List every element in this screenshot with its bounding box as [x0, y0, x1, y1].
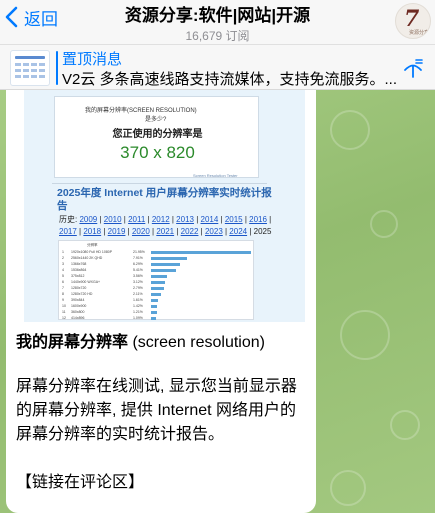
share-bar: [151, 304, 158, 308]
message-body: 屏幕分辨率在线测试, 显示您当前显示器的屏幕分辨率, 提供 Internet 网…: [16, 378, 297, 443]
year-link[interactable]: 2017: [59, 227, 77, 236]
background-doodle: [330, 470, 366, 506]
channel-header: 返回 资源分享:软件|网站|开源 16,679 订阅 7 资源分享: [0, 0, 435, 44]
pinned-message-bar[interactable]: 置顶消息 V2云 多条高速线路支持流媒体，支持免流服务。...: [0, 44, 435, 90]
background-doodle: [340, 310, 390, 360]
history-label: 历史:: [59, 215, 80, 224]
pinned-indicator: [56, 51, 58, 85]
share-bar: [151, 250, 251, 254]
screenshot-heading: 我的屏幕分辨率(SCREEN RESOLUTION): [85, 108, 197, 114]
message-image[interactable]: 我的屏幕分辨率(SCREEN RESOLUTION) 是多少? 您正使用的分辨率…: [24, 90, 305, 322]
year-link[interactable]: 2014: [201, 215, 219, 224]
rank-cell: 12: [62, 316, 66, 320]
avatar-caption: 资源分享: [409, 30, 430, 36]
year-link[interactable]: 2023: [205, 227, 223, 236]
background-doodle: [330, 110, 370, 150]
year-link[interactable]: 2015: [225, 215, 243, 224]
tester-link: Screen Resolution Tester: [193, 173, 238, 178]
message-bubble: 我的屏幕分辨率(SCREEN RESOLUTION) 是多少? 您正使用的分辨率…: [6, 90, 316, 513]
table-header: 分辨率: [59, 242, 255, 248]
channel-title: 资源分享:软件|网站|开源: [124, 6, 311, 25]
pinned-list-icon[interactable]: [402, 57, 424, 79]
year-link[interactable]: 2009: [79, 215, 97, 224]
table-header-cell: 分辨率: [87, 243, 98, 247]
share-bar: [151, 316, 156, 320]
message-note: 【链接在评论区】: [16, 474, 145, 491]
year-link[interactable]: 2011: [128, 215, 145, 224]
share-bar: [151, 274, 168, 278]
resolution-card: 我的屏幕分辨率(SCREEN RESOLUTION) 是多少? 您正使用的分辨率…: [54, 96, 259, 178]
message-title: 我的屏幕分辨率 (screen resolution): [16, 328, 265, 352]
share-bar: [151, 310, 157, 314]
message-title-bold: 我的屏幕分辨率: [16, 334, 129, 351]
back-button[interactable]: 返回: [4, 6, 58, 29]
share-bar: [151, 292, 161, 296]
pinned-title: 置顶消息: [62, 51, 123, 68]
percent-cell: 1.09%: [133, 316, 143, 320]
pinned-text: V2云 多条高速线路支持流媒体，支持免流服务。...: [62, 71, 398, 88]
resolution-table: 分辨率 1 1920x1080 Full HD 1080P 21.95% 2 2560x1…: [58, 240, 254, 320]
channel-avatar[interactable]: 7 资源分享: [395, 3, 431, 39]
background-doodle: [390, 410, 420, 440]
subscriber-count: 16,679 订阅: [185, 29, 250, 43]
report-title: 2025年度 Internet 用户屏幕分辨率实时统计报告: [57, 187, 272, 212]
channel-title-area[interactable]: 资源分享:软件|网站|开源 16,679 订阅: [90, 1, 345, 44]
back-label: 返回: [24, 9, 58, 29]
share-bar: [151, 280, 166, 284]
divider: [52, 183, 267, 184]
share-bar: [151, 286, 164, 290]
screenshot-heading-2: 是多少?: [145, 117, 167, 123]
share-bar: [151, 298, 159, 302]
resolution-value: 370 x 820: [120, 143, 195, 162]
table-row: 12 414x896 1.09%: [59, 315, 255, 321]
chevron-left-icon: [5, 6, 18, 28]
year-link[interactable]: 2018: [83, 227, 101, 236]
share-bar: [151, 256, 188, 260]
year-link[interactable]: 2019: [108, 227, 126, 236]
message-title-rest: (screen resolution): [128, 334, 265, 351]
background-doodle: [370, 210, 398, 238]
year-link[interactable]: 2016: [249, 215, 267, 224]
year-link[interactable]: 2012: [152, 215, 170, 224]
year-link[interactable]: 2013: [176, 215, 194, 224]
year-link[interactable]: 2024: [229, 227, 247, 236]
pinned-thumbnail: [10, 50, 50, 86]
year-link[interactable]: 2022: [181, 227, 199, 236]
share-bar: [151, 262, 180, 266]
year-link[interactable]: 2010: [104, 215, 122, 224]
resolution-cell: 414x896: [71, 316, 85, 320]
resolution-question: 您正使用的分辨率是: [112, 129, 203, 140]
share-bar: [151, 268, 176, 272]
year-history: 历史: 2009 | 2010 | 2011 | 2012 | 2013 | 2…: [59, 215, 272, 236]
current-year: 2025: [253, 227, 272, 236]
year-link[interactable]: 2021: [156, 227, 174, 236]
year-link[interactable]: 2020: [132, 227, 150, 236]
